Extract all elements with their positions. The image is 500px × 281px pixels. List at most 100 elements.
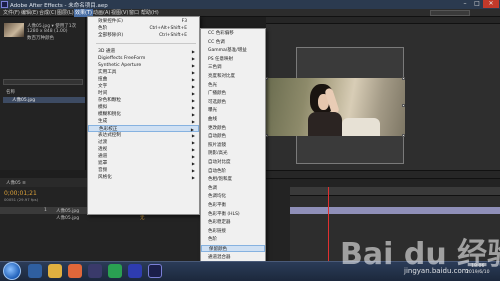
effect-menu-item[interactable]: 文字 ▶: [88, 83, 199, 90]
firefox-icon[interactable]: [68, 264, 82, 278]
start-button[interactable]: [3, 262, 21, 280]
menu-item-label: 3D 通道: [98, 49, 116, 54]
color-correction-item[interactable]: 色彩稳定器: [201, 219, 265, 226]
effect-menu-item[interactable]: 效果控件(E) F3: [88, 18, 199, 25]
menu-item-label: 遮罩: [98, 161, 108, 166]
color-correction-item[interactable]: 三色调: [201, 64, 265, 71]
submenu-arrow-icon: ▶: [191, 140, 195, 145]
menu-item-label: 杂色和颗粒: [98, 98, 121, 103]
effect-menu-item[interactable]: 过渡 ▶: [88, 139, 199, 146]
color-correction-item[interactable]: 更改颜色: [201, 125, 265, 132]
time-ruler[interactable]: [290, 187, 500, 196]
color-correction-item[interactable]: CC 色调: [201, 39, 265, 46]
menu-item-shortcut: F3: [181, 19, 187, 24]
color-correction-item[interactable]: CC 色彩偏移: [201, 30, 265, 37]
effect-menu-item[interactable]: Digieffects FreeForm ▶: [88, 55, 199, 62]
color-correction-item[interactable]: 自动色阶: [201, 168, 265, 175]
effect-menu-item[interactable]: 杂色和颗粒 ▶: [88, 97, 199, 104]
color-correction-item[interactable]: 色彩平衡: [201, 202, 265, 209]
color-correction-item[interactable]: 照片滤镜: [201, 142, 265, 149]
color-correction-item[interactable]: 通道混合器: [201, 254, 265, 261]
effect-menu-item[interactable]: 实用工具 ▶: [88, 69, 199, 76]
color-correction-item[interactable]: 可选颜色: [201, 99, 265, 106]
color-correction-item[interactable]: 色调均化: [201, 193, 265, 200]
effect-menu-item[interactable]: 透视 ▶: [88, 146, 199, 153]
color-correction-item[interactable]: 色阶: [201, 236, 265, 243]
fps-label: 00051 (29.97 fps): [4, 197, 39, 202]
maximize-button[interactable]: □: [471, 0, 483, 8]
workspace-search[interactable]: [430, 10, 470, 16]
effect-menu-item[interactable]: 模拟 ▶: [88, 104, 199, 111]
explorer-icon[interactable]: [48, 264, 62, 278]
minimize-button[interactable]: –: [459, 0, 471, 8]
color-correction-item[interactable]: 阴影/高光: [201, 150, 265, 157]
transform-handle[interactable]: [402, 77, 405, 80]
unknown-app-icon[interactable]: [128, 264, 142, 278]
menu-item-label: 生成: [98, 119, 108, 124]
project-column-name[interactable]: 名称: [6, 89, 15, 95]
effect-menu-item[interactable]: 生成 ▶: [88, 118, 199, 125]
effect-menu-item[interactable]: 遮罩 ▶: [88, 160, 199, 167]
menu-item-label: 时间: [98, 91, 108, 96]
menu-composition[interactable]: 合成(C): [38, 9, 57, 17]
parent-value[interactable]: 无: [140, 215, 145, 221]
submenu-arrow-icon: ▶: [191, 175, 195, 180]
color-correction-item[interactable]: PS 任意映射: [201, 56, 265, 63]
effect-menu-item[interactable]: 色阶 Ctrl+Alt+Shift+E: [88, 25, 199, 32]
layer-duration-bar[interactable]: [290, 207, 500, 214]
effect-menu-item[interactable]: 风格化 ▶: [88, 174, 199, 181]
color-correction-item[interactable]: 广播颜色: [201, 90, 265, 97]
close-button[interactable]: ✕: [483, 0, 499, 8]
effect-menu-item[interactable]: 通道 ▶: [88, 153, 199, 160]
submenu-arrow-icon: ▶: [191, 133, 195, 138]
project-panel: 人像05.jpg ▾ 使用了1次 1280 x 848 (1.00) 数百万种颜…: [0, 17, 86, 170]
timecode-display[interactable]: 0;00;01;21: [4, 190, 37, 197]
menu-item-label: Digieffects FreeForm: [98, 56, 146, 61]
menu-item-label: 模糊和锐化: [98, 112, 121, 117]
effect-menu-item[interactable]: 表达式控制 ▶: [88, 132, 199, 139]
transform-handle[interactable]: [402, 104, 405, 107]
menu-layer[interactable]: 图层(L): [56, 9, 75, 17]
menu-item-label: 模拟: [98, 105, 108, 110]
effect-menu-item[interactable]: Synthetic Aperture ▶: [88, 62, 199, 69]
effect-menu-item[interactable]: 色彩校正 ▶: [88, 125, 199, 132]
submenu-arrow-icon: ▶: [191, 63, 195, 68]
color-correction-item[interactable]: 自动颜色: [201, 133, 265, 140]
effect-menu-item[interactable]: 扭曲 ▶: [88, 76, 199, 83]
effect-menu-item[interactable]: 3D 通道 ▶: [88, 48, 199, 55]
media-icon[interactable]: [88, 264, 102, 278]
menu-item-label: 过渡: [98, 140, 108, 145]
menu-item-label: 表达式控制: [98, 133, 121, 138]
effect-menu-item[interactable]: 音频 ▶: [88, 167, 199, 174]
color-correction-item[interactable]: 曲线: [201, 116, 265, 123]
project-search-input[interactable]: [3, 79, 83, 85]
composition-tab-bar: [266, 17, 500, 24]
timeline-tab: 人像05 ≡: [0, 178, 87, 187]
comp-tab-name[interactable]: 人像05 ≡: [6, 180, 26, 186]
color-correction-item[interactable]: 曝光: [201, 107, 265, 114]
menu-file[interactable]: 文件(F): [2, 9, 21, 17]
color-correction-item[interactable]: 色相/饱和度: [201, 176, 265, 183]
layer-name: 人像05.jpg: [56, 209, 80, 214]
color-correction-item[interactable]: 色彩平衡 (HLS): [201, 211, 265, 218]
color-correction-item[interactable]: 亮度和对比度: [201, 73, 265, 80]
color-correction-item[interactable]: 色调: [201, 185, 265, 192]
effect-menu-item[interactable]: 时间 ▶: [88, 90, 199, 97]
project-row-label: 人像05.jpg: [12, 98, 36, 103]
effect-menu-item[interactable]: 全部移除(R) Ctrl+Shift+E: [88, 32, 199, 39]
effect-menu-item[interactable]: 模糊和锐化 ▶: [88, 111, 199, 118]
submenu-arrow-icon: ▶: [191, 147, 195, 152]
submenu-arrow-icon: ▶: [191, 112, 195, 117]
portrait-image[interactable]: [266, 78, 405, 136]
color-correction-item[interactable]: 自动对比度: [201, 159, 265, 166]
after-effects-taskbar-icon[interactable]: [148, 264, 162, 278]
wechat-icon[interactable]: [108, 264, 122, 278]
color-correction-item[interactable]: 色彩链接: [201, 228, 265, 235]
color-correction-item[interactable]: 保留颜色: [201, 245, 265, 253]
transform-handle[interactable]: [402, 134, 405, 137]
menu-edit[interactable]: 编辑(E): [20, 9, 39, 17]
color-correction-item[interactable]: Gamma/基准/增益: [201, 47, 265, 54]
playhead[interactable]: [328, 187, 329, 261]
color-correction-item[interactable]: 色光: [201, 82, 265, 89]
ie-icon[interactable]: [28, 264, 42, 278]
